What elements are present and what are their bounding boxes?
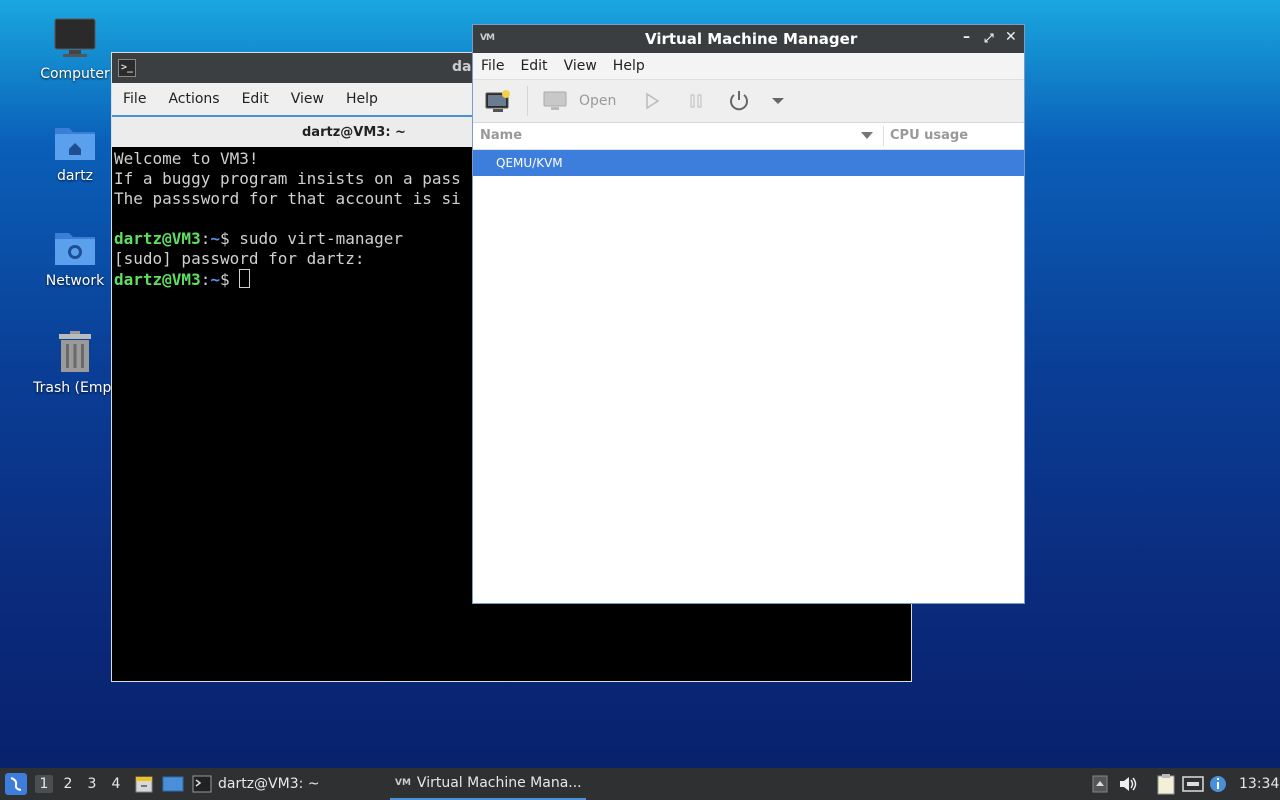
- command-text: $ sudo virt-manager: [219, 229, 404, 248]
- task-virt-manager[interactable]: VM Virtual Machine Mana...: [390, 768, 586, 800]
- vmm-toolbar: Open: [473, 79, 1024, 123]
- prompt-path: ~: [210, 229, 220, 248]
- shutdown-menu-button[interactable]: [771, 88, 785, 114]
- command-text: $: [219, 270, 240, 289]
- new-vm-button[interactable]: [485, 88, 511, 114]
- menu-view[interactable]: View: [556, 58, 605, 74]
- vmm-menubar: File Edit View Help: [473, 53, 1024, 79]
- desktop-icon-label: Network: [45, 273, 105, 289]
- column-divider: [883, 126, 884, 146]
- task-label: dartz@VM3: ~: [218, 776, 320, 792]
- tray-expand-button[interactable]: [1092, 768, 1108, 800]
- task-label: Virtual Machine Mana...: [416, 775, 582, 791]
- speaker-icon: [1120, 777, 1137, 791]
- menu-edit[interactable]: Edit: [231, 91, 280, 107]
- toolbar-separator: [527, 86, 528, 116]
- desktop-icon-label: dartz: [56, 168, 94, 184]
- restore-icon[interactable]: ⤢: [984, 31, 994, 46]
- network-folder-icon: [55, 233, 95, 265]
- pause-button[interactable]: [687, 88, 705, 114]
- minimize-icon[interactable]: –: [963, 29, 970, 45]
- text-cursor: [239, 269, 251, 288]
- power-icon: [730, 91, 748, 111]
- menu-view[interactable]: View: [280, 91, 335, 107]
- task-terminal[interactable]: dartz@VM3: ~: [192, 768, 320, 800]
- open-label: Open: [579, 93, 617, 109]
- file-cabinet-icon: [135, 776, 153, 793]
- run-button[interactable]: [643, 88, 661, 114]
- desktop-icon-network[interactable]: Network: [25, 227, 125, 289]
- pause-icon: [690, 94, 702, 108]
- column-name[interactable]: Name: [480, 128, 522, 143]
- workspace-2[interactable]: 2: [59, 775, 77, 793]
- network-status-button[interactable]: [1182, 768, 1204, 800]
- clipboard-button[interactable]: [1156, 768, 1176, 800]
- trash-icon: [59, 331, 91, 372]
- prompt-user: dartz@VM3: [114, 229, 201, 248]
- app-menu-button[interactable]: [4, 768, 28, 800]
- prompt-separator: :: [200, 270, 211, 289]
- workspace-3[interactable]: 3: [83, 775, 101, 793]
- updates-button[interactable]: [1208, 768, 1228, 800]
- vmm-app-icon: VM: [480, 33, 495, 43]
- chevron-up-icon: [1092, 775, 1108, 793]
- window-title: da: [452, 59, 472, 75]
- start-menu-icon: [5, 773, 27, 795]
- menu-help[interactable]: Help: [605, 58, 653, 74]
- show-desktop-button[interactable]: [162, 768, 184, 800]
- workspace-1[interactable]: 1: [35, 775, 53, 793]
- connection-name: QEMU/KVM: [496, 156, 563, 170]
- volume-button[interactable]: [1118, 768, 1138, 800]
- taskbar: 1 2 3 4 dartz@VM3: ~ VM Virtual Machine …: [0, 768, 1280, 800]
- menu-actions[interactable]: Actions: [157, 91, 230, 107]
- computer-icon: [54, 18, 96, 57]
- vmm-titlebar[interactable]: VM Virtual Machine Manager – ⤢ ✕: [473, 25, 1024, 53]
- desktop-icon: [162, 776, 184, 792]
- desktop-icon-label: Trash (Empt: [33, 380, 117, 396]
- close-icon[interactable]: ✕: [1005, 29, 1017, 45]
- terminal-icon: >_: [118, 59, 136, 77]
- prompt-separator: :: [200, 229, 211, 248]
- sort-arrow-icon[interactable]: [861, 132, 873, 139]
- desktop-icon-trash[interactable]: Trash (Empt: [25, 330, 125, 396]
- info-icon: [1210, 776, 1226, 792]
- window-title: Virtual Machine Manager: [645, 30, 858, 48]
- new-vm-icon: [485, 90, 510, 112]
- open-button[interactable]: Open: [543, 88, 616, 114]
- connection-row[interactable]: QEMU/KVM: [473, 150, 1024, 176]
- tab-title: dartz@VM3: ~: [302, 124, 406, 140]
- home-folder-icon: [55, 128, 95, 160]
- file-manager-launcher[interactable]: [134, 768, 154, 800]
- clipboard-icon: [1157, 774, 1175, 795]
- menu-file[interactable]: File: [112, 91, 157, 107]
- vmm-app-icon: VM: [395, 778, 411, 788]
- prompt-path: ~: [210, 270, 220, 289]
- play-icon: [646, 92, 660, 110]
- column-cpu-usage[interactable]: CPU usage: [890, 128, 968, 143]
- terminal-icon: [192, 775, 212, 793]
- network-icon: [1182, 776, 1204, 792]
- desktop-icon-computer[interactable]: Computer: [25, 16, 125, 82]
- menu-help[interactable]: Help: [335, 91, 389, 107]
- menu-edit[interactable]: Edit: [512, 58, 555, 74]
- desktop-icon-label: Computer: [40, 66, 110, 82]
- shutdown-button[interactable]: [727, 88, 751, 114]
- desktop-icon-home[interactable]: dartz: [25, 122, 125, 184]
- menu-file[interactable]: File: [473, 58, 512, 74]
- vmm-window: VM Virtual Machine Manager – ⤢ ✕ File Ed…: [472, 24, 1025, 604]
- prompt-user: dartz@VM3: [114, 270, 201, 289]
- chevron-down-icon: [772, 98, 784, 104]
- clock[interactable]: 13:34: [1239, 768, 1279, 800]
- workspace-4[interactable]: 4: [107, 775, 125, 793]
- vm-list-header: Name CPU usage: [473, 123, 1024, 150]
- monitor-icon: [543, 91, 567, 110]
